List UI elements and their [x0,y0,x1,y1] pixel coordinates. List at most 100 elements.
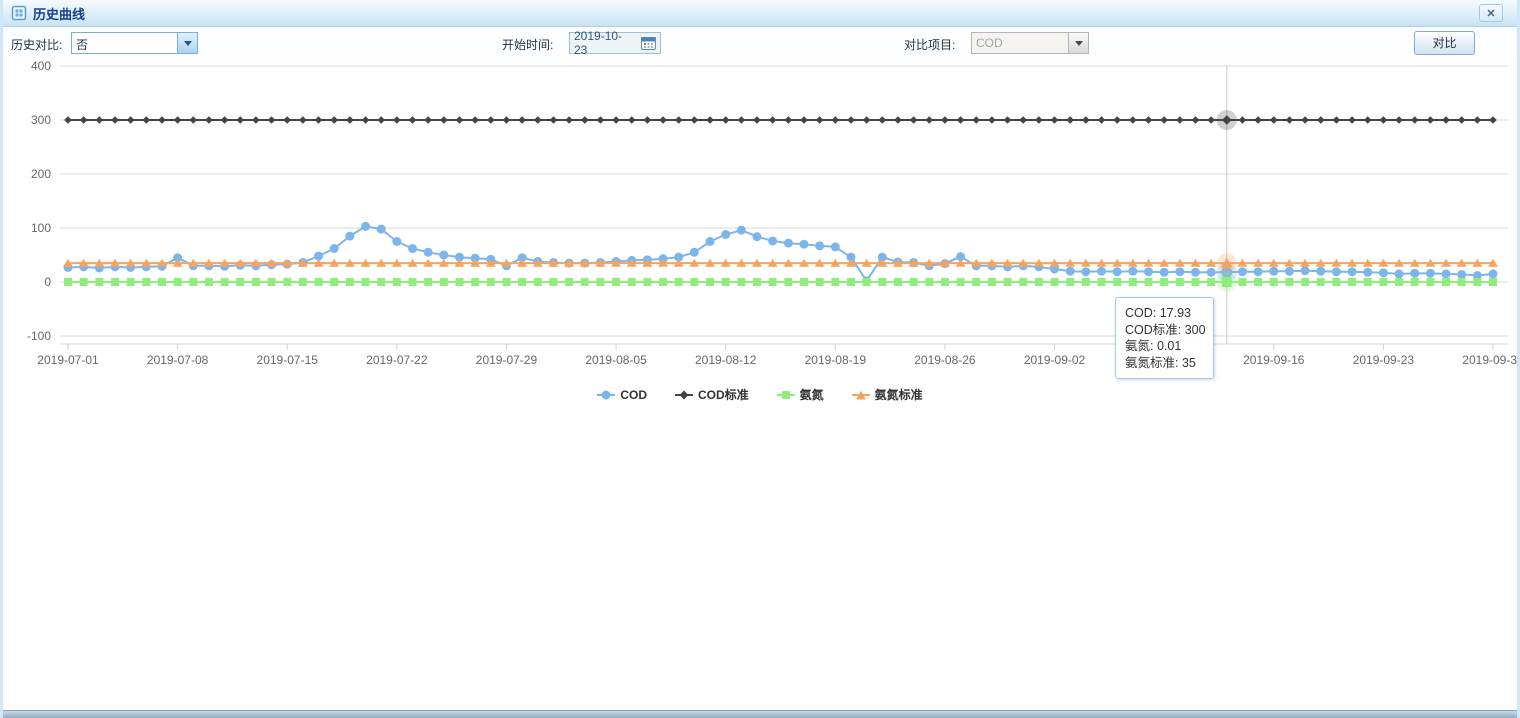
data-point[interactable] [127,278,135,286]
data-point[interactable] [1380,116,1388,124]
data-point[interactable] [1238,267,1247,276]
data-point[interactable] [643,278,651,286]
data-point[interactable] [1066,267,1075,276]
data-point[interactable] [409,278,417,286]
data-point[interactable] [1192,116,1200,124]
data-point[interactable] [1473,278,1481,286]
data-point[interactable] [518,116,526,124]
data-point[interactable] [847,116,855,124]
data-point[interactable] [988,278,996,286]
data-point[interactable] [565,116,573,124]
data-point[interactable] [1051,278,1059,286]
data-point[interactable] [581,278,589,286]
data-point[interactable] [221,116,229,124]
data-point[interactable] [706,278,714,286]
compare-item-dropdown-button[interactable] [1068,33,1088,53]
data-point[interactable] [847,278,855,286]
data-point[interactable] [1317,278,1325,286]
data-point[interactable] [565,278,573,286]
data-point[interactable] [424,248,433,257]
data-point[interactable] [80,116,88,124]
data-point[interactable] [1348,278,1356,286]
data-point[interactable] [925,278,933,286]
data-point[interactable] [1285,278,1293,286]
data-point[interactable] [64,116,72,124]
data-point[interactable] [831,278,839,286]
data-point[interactable] [769,278,777,286]
data-point[interactable] [1129,278,1137,286]
data-point[interactable] [393,116,401,124]
data-point[interactable] [377,278,385,286]
data-point[interactable] [111,116,119,124]
data-point[interactable] [1191,278,1199,286]
data-point[interactable] [1222,277,1232,287]
data-point[interactable] [393,278,401,286]
data-point[interactable] [142,116,150,124]
data-point[interactable] [1442,116,1450,124]
data-point[interactable] [972,116,980,124]
data-point[interactable] [1004,278,1012,286]
data-point[interactable] [142,278,150,286]
data-point[interactable] [377,116,385,124]
history-curve-chart[interactable]: -10001002003004002019-07-012019-07-08201… [3,57,1520,377]
data-point[interactable] [424,116,432,124]
data-point[interactable] [910,278,918,286]
close-button[interactable]: ✕ [1479,4,1503,22]
data-point[interactable] [1301,266,1310,275]
data-point[interactable] [768,236,777,245]
legend-item-ammonia-standard[interactable]: 氨氮标准 [852,386,923,403]
data-point[interactable] [1254,267,1263,276]
data-point[interactable] [236,116,244,124]
data-point[interactable] [722,278,730,286]
data-point[interactable] [1191,268,1200,277]
data-point[interactable] [550,116,558,124]
data-point[interactable] [1333,116,1341,124]
data-point[interactable] [1395,116,1403,124]
data-point[interactable] [64,278,72,286]
data-point[interactable] [815,241,824,250]
data-point[interactable] [1458,278,1466,286]
data-point[interactable] [894,116,902,124]
data-point[interactable] [252,278,260,286]
data-point[interactable] [503,116,511,124]
data-point[interactable] [534,116,542,124]
data-point[interactable] [236,278,244,286]
data-point[interactable] [1019,116,1027,124]
data-point[interactable] [816,116,824,124]
data-point[interactable] [831,242,840,251]
data-point[interactable] [816,278,824,286]
data-point[interactable] [863,278,871,286]
data-point[interactable] [784,239,793,248]
data-point[interactable] [988,116,996,124]
data-point[interactable] [315,116,323,124]
data-point[interactable] [894,278,902,286]
data-point[interactable] [471,278,479,286]
data-point[interactable] [1035,278,1043,286]
legend-item-cod-standard[interactable]: COD标准 [675,386,749,403]
data-point[interactable] [1301,116,1309,124]
data-point[interactable] [362,116,370,124]
data-point[interactable] [659,116,667,124]
data-point[interactable] [1348,267,1357,276]
data-point[interactable] [362,278,370,286]
data-point[interactable] [738,116,746,124]
data-point[interactable] [189,116,197,124]
data-point[interactable] [706,237,715,246]
data-point[interactable] [1269,267,1278,276]
data-point[interactable] [690,248,699,257]
data-point[interactable] [1081,267,1090,276]
data-point[interactable] [753,278,761,286]
data-point[interactable] [1145,116,1153,124]
data-point[interactable] [753,232,762,241]
data-point[interactable] [299,116,307,124]
data-point[interactable] [659,278,667,286]
data-point[interactable] [346,116,354,124]
data-point[interactable] [1113,278,1121,286]
data-point[interactable] [784,278,792,286]
data-point[interactable] [518,278,526,286]
data-point[interactable] [1426,269,1435,278]
data-point[interactable] [1144,278,1152,286]
data-point[interactable] [330,278,338,286]
data-point[interactable] [111,278,119,286]
data-point[interactable] [1019,278,1027,286]
